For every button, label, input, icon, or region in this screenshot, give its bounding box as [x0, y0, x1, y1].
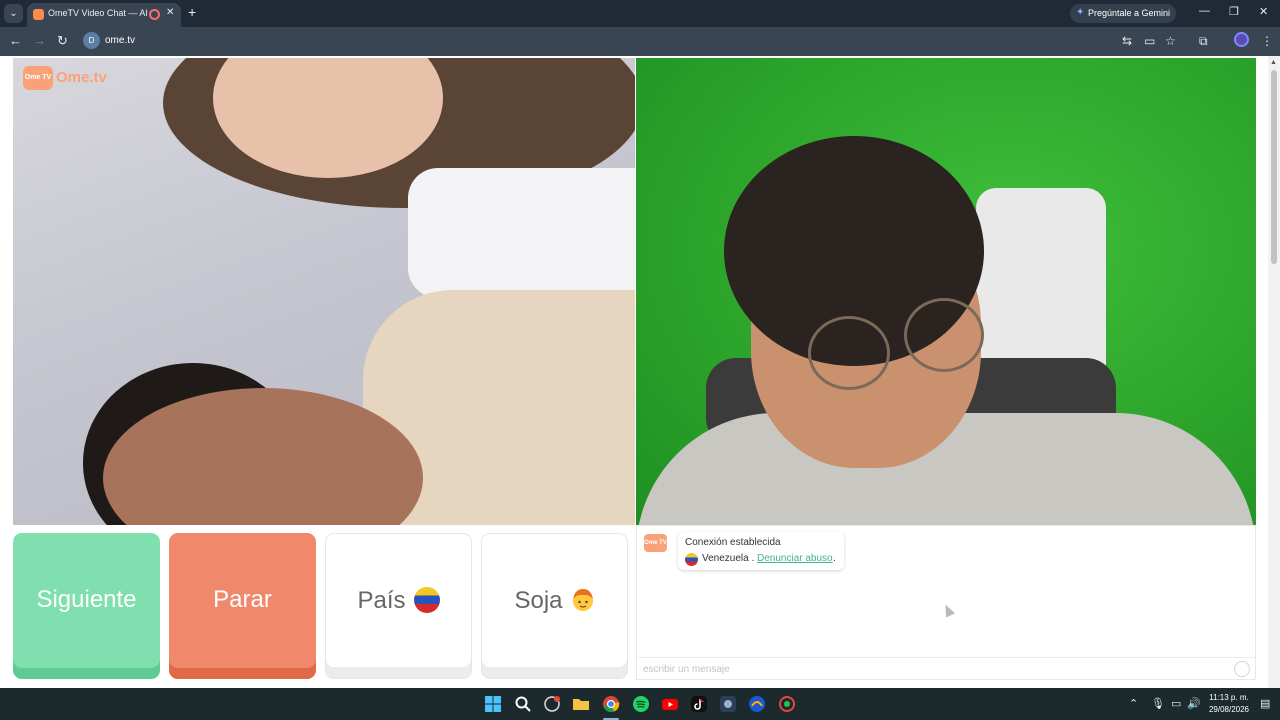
recorder-icon[interactable] — [778, 695, 796, 713]
video-figure — [904, 298, 984, 372]
close-window-icon[interactable]: ✕ — [1259, 5, 1268, 18]
emoji-picker-icon[interactable] — [1234, 661, 1250, 677]
page-scrollbar[interactable]: ▲ — [1268, 56, 1280, 688]
profile-avatar[interactable] — [1234, 32, 1249, 47]
music-app-icon[interactable] — [748, 695, 766, 713]
message-input[interactable] — [643, 661, 1223, 677]
mouse-cursor-icon — [940, 602, 956, 618]
notifications-icon[interactable]: ▤ — [1260, 697, 1270, 710]
clock-date[interactable]: 29/08/2026 — [1206, 705, 1252, 714]
forward-icon[interactable]: → — [33, 34, 46, 48]
network-icon[interactable]: ▭ — [1171, 697, 1181, 710]
system-message: Conexión establecida Venezuela . Denunci… — [678, 532, 844, 570]
menu-icon[interactable]: ⋮ — [1261, 34, 1273, 48]
back-icon[interactable]: ← — [9, 34, 22, 48]
stop-button[interactable]: Parar — [169, 533, 316, 679]
ometv-logo-badge: Ome TV — [23, 66, 53, 90]
tab-title: OmeTV Video Chat — Alter — [48, 8, 148, 18]
new-tab-icon[interactable]: + — [188, 4, 196, 20]
bookmark-star-icon[interactable]: ☆ — [1165, 34, 1176, 48]
browser-tab[interactable]: OmeTV Video Chat — Alter ✕ — [27, 3, 181, 27]
connection-status: Conexión establecida — [685, 537, 781, 548]
venezuela-flag-icon — [413, 586, 440, 613]
venezuela-flag-icon — [685, 553, 698, 566]
youtube-icon[interactable] — [661, 695, 679, 713]
gemini-label: Pregúntale a Gemini — [1088, 8, 1171, 18]
file-explorer-icon[interactable] — [572, 695, 590, 713]
chat-ometv-logo: Ome TV — [644, 534, 667, 552]
reload-icon[interactable]: ↻ — [57, 34, 68, 48]
restore-icon[interactable]: ❐ — [1229, 5, 1239, 18]
tiktok-icon[interactable] — [690, 695, 708, 713]
spotify-icon[interactable] — [632, 695, 650, 713]
cast-icon[interactable]: ▭ — [1144, 34, 1155, 48]
country-button-content: País — [326, 586, 471, 615]
search-icon[interactable] — [514, 695, 532, 713]
extensions-icon[interactable]: ⧉ — [1199, 34, 1208, 49]
ometv-page: Ome TV Ome.tv Siguiente Parar País Soja — [0, 56, 1280, 688]
show-hidden-icons-chevron-icon[interactable]: ⌃ — [1129, 697, 1138, 710]
self-video — [636, 58, 1256, 525]
scroll-thumb[interactable] — [1271, 70, 1277, 264]
partner-country: Venezuela . — [702, 553, 755, 564]
message-period: . — [833, 553, 836, 564]
stranger-video: Ome TV Ome.tv — [13, 58, 635, 525]
country-button-label: País — [357, 587, 406, 614]
chrome-icon[interactable] — [602, 695, 620, 713]
tab-search-chevron-icon[interactable]: ⌄ — [4, 4, 23, 23]
chat-panel: Ome TV Conexión establecida Venezuela . … — [636, 525, 1256, 680]
gender-button-label: Soja — [514, 587, 563, 614]
next-button[interactable]: Siguiente — [13, 533, 160, 679]
video-figure — [408, 168, 635, 298]
chat-input-bar — [637, 657, 1255, 679]
ometv-logo-text: Ome.tv — [56, 69, 107, 86]
country-button[interactable]: País — [325, 533, 472, 679]
stop-button-label: Parar — [213, 586, 272, 613]
clock-time[interactable]: 11:13 p. m. — [1206, 693, 1252, 702]
gender-button-content: Soja — [482, 587, 627, 615]
boy-emoji-icon — [572, 588, 593, 611]
tab-favicon-icon — [33, 9, 44, 20]
browser-toolbar: ← → ↻ D ome.tv ⇆ ▭ ☆ ⧉ ⋮ — [0, 27, 1280, 56]
translate-icon[interactable]: ⇆ — [1122, 34, 1132, 48]
gender-button[interactable]: Soja — [481, 533, 628, 679]
app-icon[interactable] — [719, 695, 737, 713]
minimize-icon[interactable]: — — [1199, 5, 1210, 17]
site-info-icon[interactable]: D — [83, 32, 100, 49]
next-button-label: Siguiente — [36, 586, 137, 613]
report-abuse-link[interactable]: Denunciar abuso — [757, 553, 833, 564]
windows-taskbar: ⌃ 🎙 ▭ 🔊 11:13 p. m. 29/08/2026 ▤ — [0, 688, 1280, 720]
copilot-icon[interactable] — [543, 695, 561, 713]
gemini-button[interactable]: ✦ Pregúntale a Gemini — [1070, 4, 1176, 23]
scroll-up-icon[interactable]: ▲ — [1270, 59, 1277, 66]
browser-tab-bar: ⌄ OmeTV Video Chat — Alter ✕ + ✦ Pregúnt… — [0, 0, 1280, 27]
microphone-icon[interactable]: 🎙 — [1151, 697, 1165, 710]
tab-close-icon[interactable]: ✕ — [166, 7, 174, 18]
recording-indicator-icon — [149, 9, 160, 20]
address-bar[interactable]: ome.tv — [105, 35, 135, 46]
video-figure — [808, 316, 890, 390]
gemini-sparkle-icon: ✦ — [1076, 7, 1085, 18]
windows-start-icon[interactable] — [484, 695, 502, 713]
volume-icon[interactable]: 🔊 — [1187, 697, 1201, 710]
